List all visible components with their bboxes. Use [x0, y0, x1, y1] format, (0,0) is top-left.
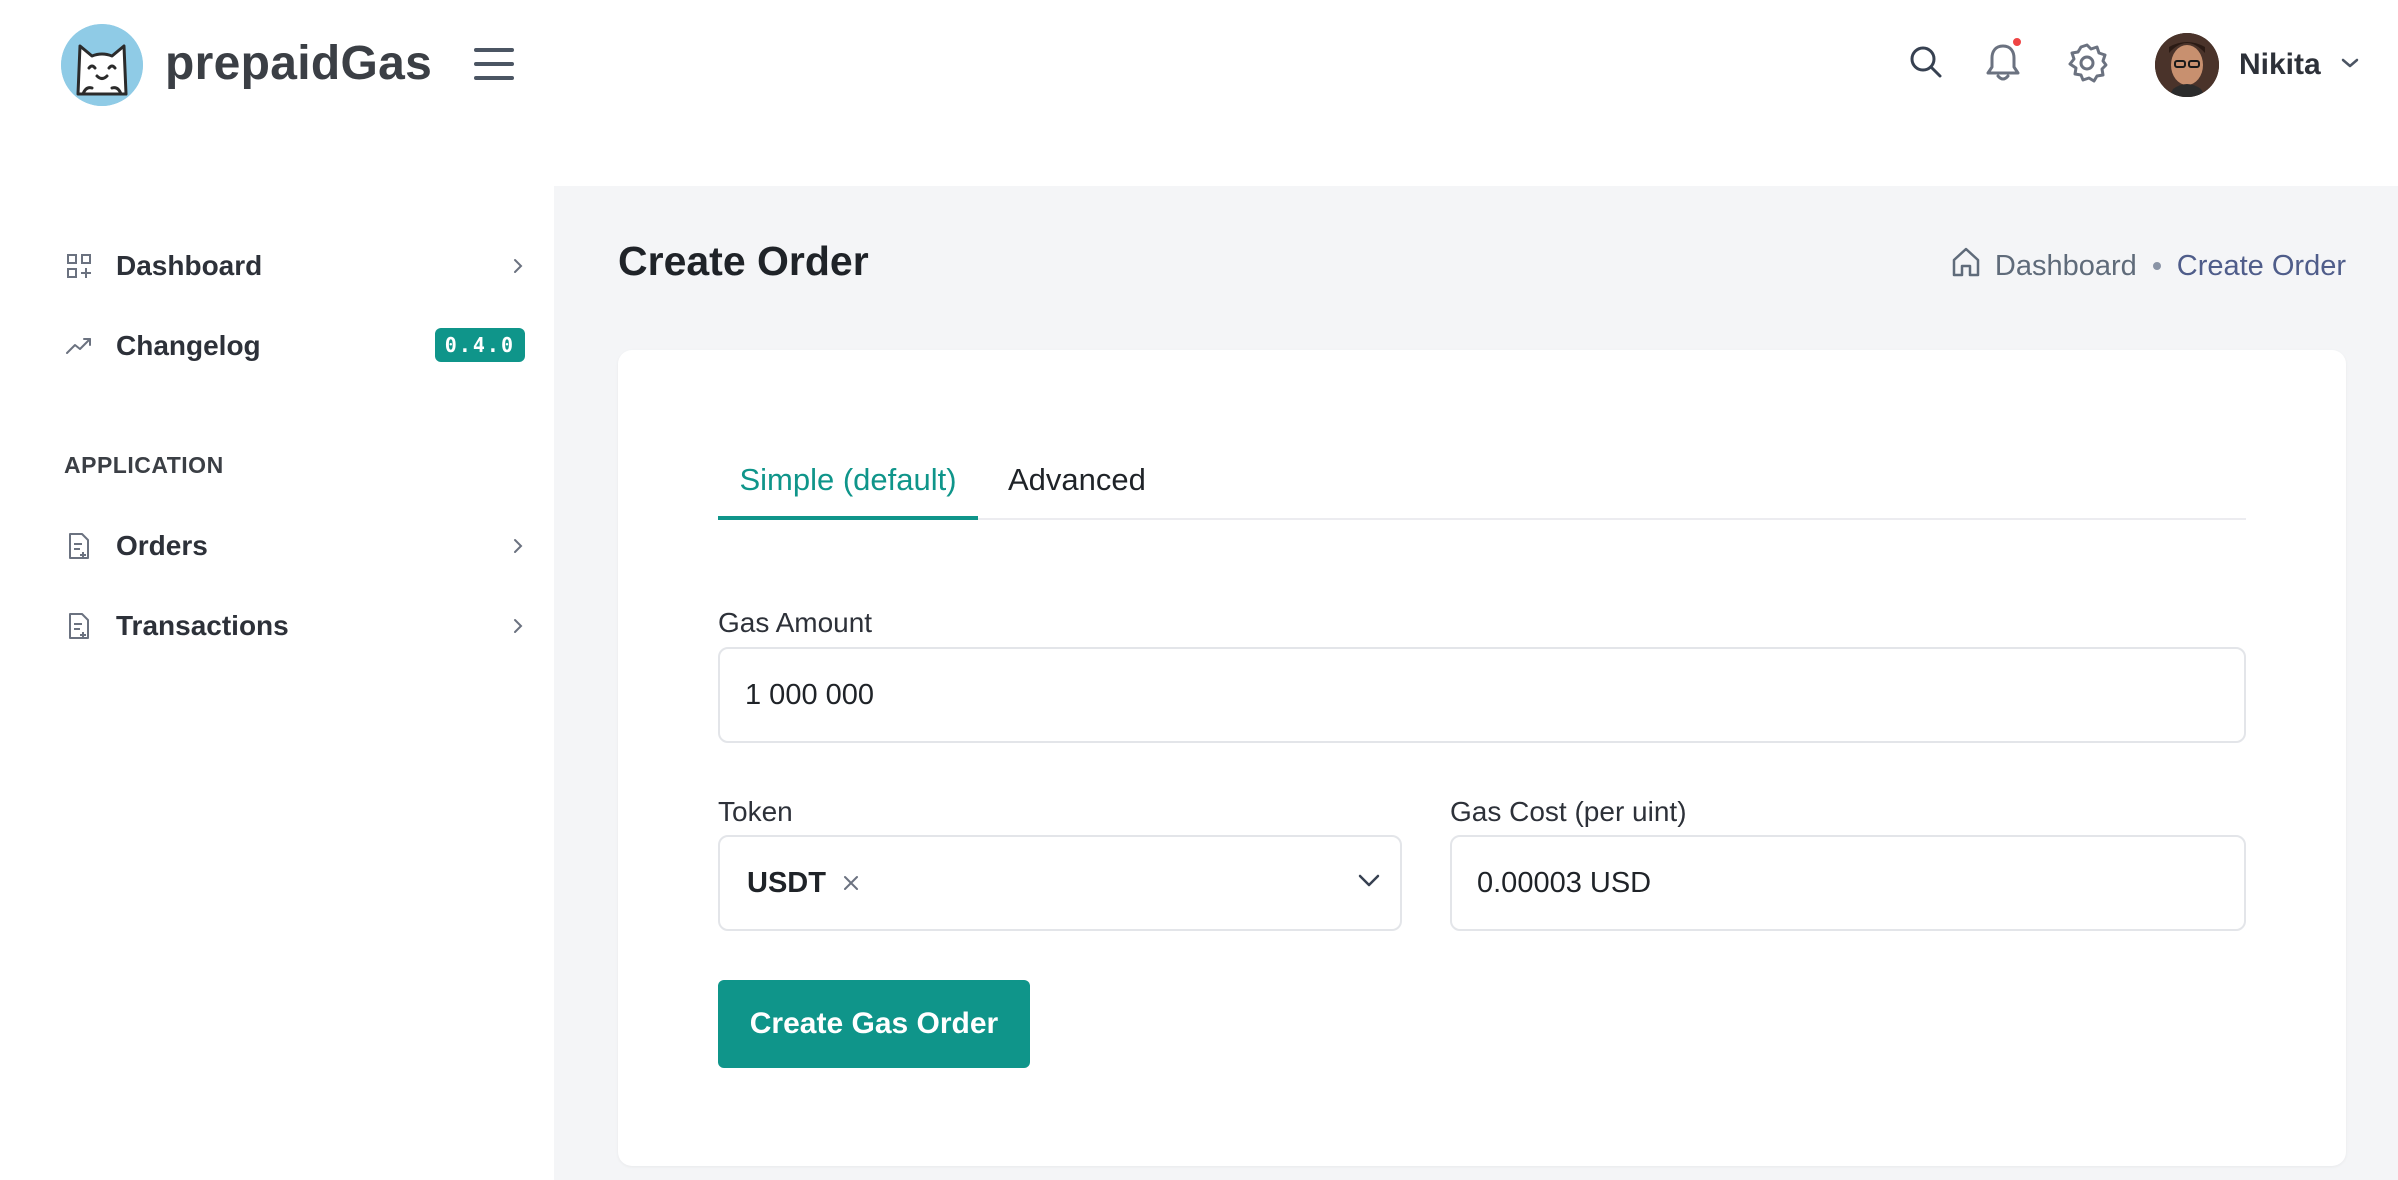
token-selected-value: USDT	[747, 866, 826, 899]
sidebar-item-label: Changelog	[116, 330, 261, 361]
user-name: Nikita	[2239, 48, 2321, 81]
breadcrumb-current: Create Order	[2176, 249, 2346, 282]
sidebar-section-title: APPLICATION	[64, 452, 224, 478]
sidebar-item-label: Dashboard	[116, 250, 263, 281]
page-title: Create Order	[618, 238, 869, 284]
chevron-down-icon	[1358, 873, 1380, 892]
cat-logo-icon[interactable]	[61, 24, 143, 106]
bell-icon[interactable]	[1985, 36, 2023, 82]
sidebar-item-orders[interactable]: Orders	[64, 522, 524, 570]
create-gas-order-button[interactable]: Create Gas Order	[718, 980, 1030, 1068]
document-icon	[64, 611, 94, 641]
clear-icon[interactable]	[842, 874, 860, 892]
avatar[interactable]	[2155, 33, 2219, 97]
chevron-down-icon	[2341, 56, 2359, 74]
gear-icon[interactable]	[2066, 42, 2108, 84]
breadcrumb-home-label: Dashboard	[1994, 249, 2137, 282]
sidebar-item-label: Orders	[116, 530, 208, 561]
trend-up-icon	[64, 331, 94, 361]
document-icon	[64, 531, 94, 561]
gas-amount-input[interactable]: 1 000 000	[718, 647, 2246, 743]
version-badge: 0.4.0	[434, 328, 525, 362]
home-icon	[1951, 246, 1981, 286]
breadcrumb: Dashboard Create Order	[1951, 246, 2346, 286]
sidebar-item-label: Transactions	[116, 610, 289, 641]
hamburger-menu-icon[interactable]	[474, 48, 514, 80]
user-menu[interactable]: Nikita	[2155, 32, 2359, 98]
search-icon[interactable]	[1908, 44, 1944, 80]
chevron-right-icon	[512, 256, 524, 281]
tab-simple[interactable]: Simple (default)	[718, 450, 978, 520]
breadcrumb-home[interactable]: Dashboard	[1951, 246, 2137, 286]
gas-cost-label: Gas Cost (per uint)	[1450, 796, 1687, 827]
chevron-right-icon	[512, 616, 524, 641]
breadcrumb-separator	[2152, 262, 2161, 270]
gas-amount-label: Gas Amount	[718, 607, 873, 638]
top-header: prepaidGas Nikita	[0, 0, 2398, 130]
brand-name: prepaidGas	[165, 37, 433, 90]
token-select[interactable]: USDT	[718, 835, 1402, 931]
gas-cost-input[interactable]: 0.00003 USD	[1450, 835, 2246, 931]
sidebar-item-dashboard[interactable]: Dashboard	[64, 242, 524, 290]
tab-advanced[interactable]: Advanced	[1008, 450, 1146, 520]
grid-plus-icon	[64, 251, 94, 281]
chevron-right-icon	[512, 536, 524, 561]
token-label: Token	[718, 796, 793, 827]
order-mode-tabs: Simple (default) Advanced	[718, 450, 2246, 520]
notification-dot	[2011, 36, 2023, 48]
sidebar-item-changelog[interactable]: Changelog 0.4.0	[64, 322, 525, 370]
main-content: Create Order Dashboard Create Order Simp…	[554, 186, 2398, 1180]
sidebar: Dashboard Changelog 0.4.0 APPLICATION Or…	[0, 186, 554, 1180]
create-order-card: Simple (default) Advanced Gas Amount 1 0…	[618, 350, 2346, 1166]
sidebar-item-transactions[interactable]: Transactions	[64, 602, 524, 650]
